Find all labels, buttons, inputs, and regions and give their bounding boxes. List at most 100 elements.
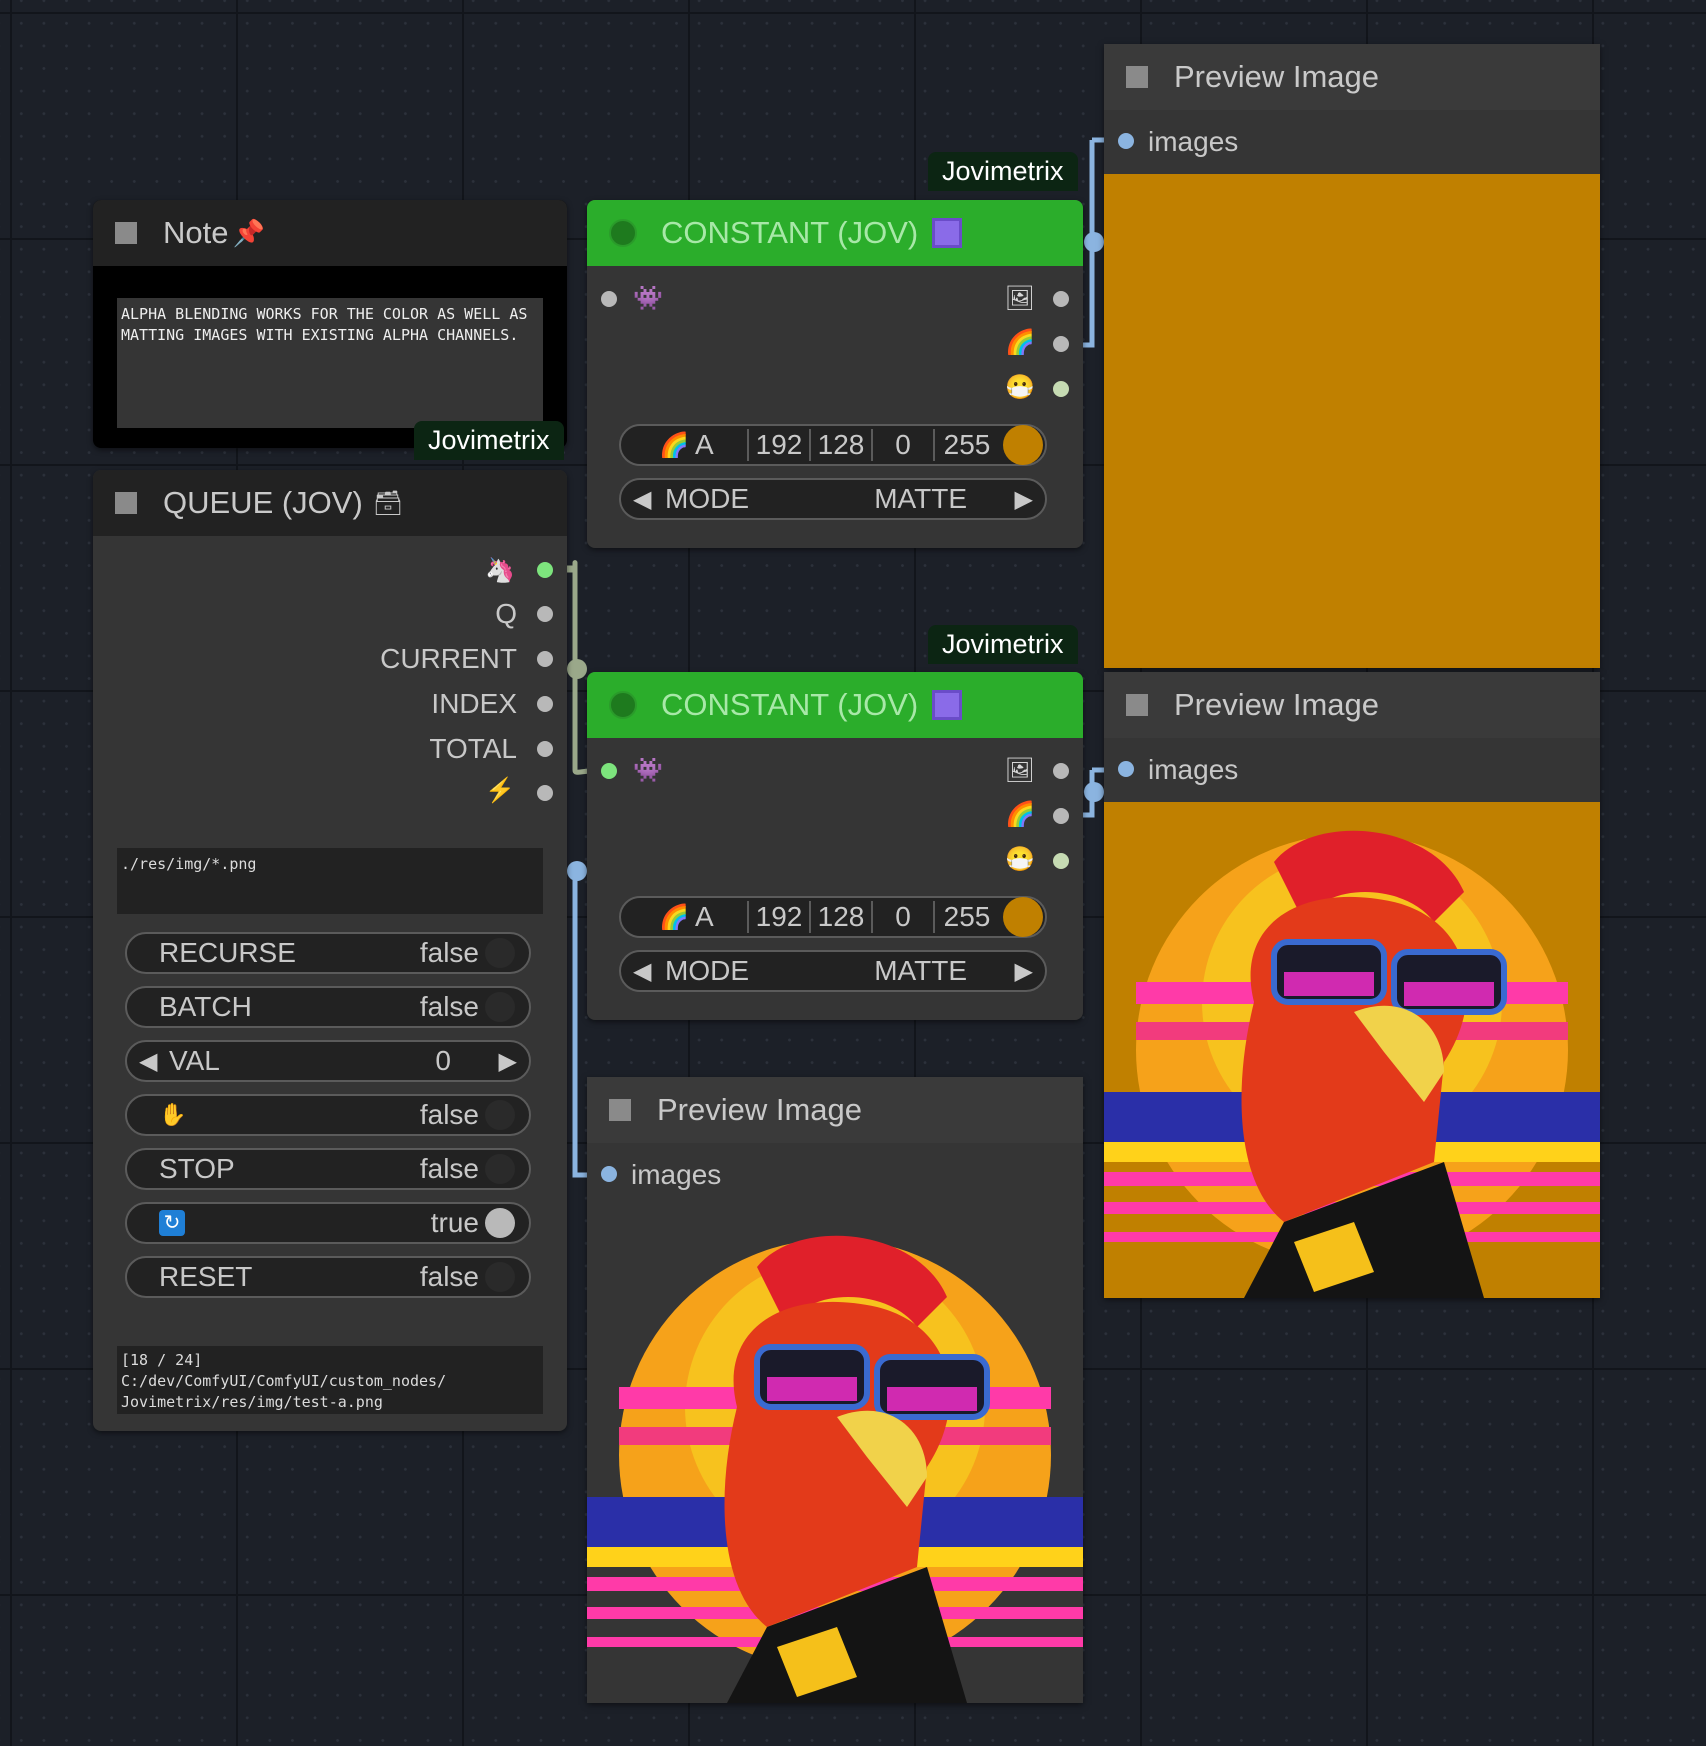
loop-value: true: [430, 1207, 479, 1238]
output-socket-any[interactable]: [537, 562, 553, 578]
queue-title-bar[interactable]: QUEUE (JOV) 🗃: [93, 470, 567, 536]
preview-mid-right-node[interactable]: Preview Image images: [1104, 672, 1600, 1298]
input-socket-image[interactable]: [601, 763, 617, 779]
mode-value: MATTE: [874, 955, 967, 986]
mode-label: MODE: [665, 955, 749, 986]
color-swatch-icon: [932, 690, 963, 720]
image-output-icon: 🖼: [1004, 757, 1035, 784]
mode-next-arrow-icon[interactable]: ▶: [1015, 485, 1033, 514]
hold-toggle[interactable]: ✋ false: [125, 1094, 531, 1136]
queue-path-input[interactable]: ./res/img/*.png: [117, 848, 543, 914]
collapse-box-icon[interactable]: [609, 1099, 631, 1121]
stop-knob[interactable]: [485, 1154, 515, 1184]
output-socket-rgb[interactable]: [1053, 808, 1069, 824]
lightning-icon: ⚡: [485, 777, 515, 804]
val-stepper[interactable]: ◀ VAL 0 ▶: [125, 1040, 531, 1082]
output-socket-current[interactable]: [537, 651, 553, 667]
reset-knob[interactable]: [485, 1262, 515, 1292]
constant-bottom-title: CONSTANT (JOV): [661, 687, 919, 722]
collapse-box-icon[interactable]: [115, 222, 137, 244]
output-label-index: INDEX: [431, 688, 517, 719]
loop-knob[interactable]: [485, 1208, 515, 1238]
loop-toggle[interactable]: ↻ true: [125, 1202, 531, 1244]
output-socket-q[interactable]: [537, 606, 553, 622]
rgba-rainbow-icon: 🌈: [659, 903, 689, 931]
rgba-color-preview[interactable]: [1003, 897, 1043, 937]
stop-label: STOP: [159, 1153, 235, 1184]
rgba-g[interactable]: 128: [809, 429, 871, 461]
pin-icon: 📌: [232, 217, 265, 248]
note-title-bar[interactable]: Note 📌: [93, 200, 567, 266]
reset-value: false: [419, 1261, 479, 1292]
input-socket-image[interactable]: [601, 291, 617, 307]
batch-knob[interactable]: [485, 992, 515, 1022]
constant-bottom-node[interactable]: CONSTANT (JOV) 👾 🖼 🌈 😷 🌈 A 192 128 0 255…: [587, 672, 1083, 1020]
reset-toggle[interactable]: RESET false: [125, 1256, 531, 1298]
hold-knob[interactable]: [485, 1100, 515, 1130]
loop-icon: ↻: [159, 1210, 185, 1236]
batch-toggle[interactable]: BATCH false: [125, 986, 531, 1028]
constant-top-title-bar[interactable]: CONSTANT (JOV): [587, 200, 1083, 266]
increment-arrow-icon[interactable]: ▶: [499, 1047, 517, 1076]
output-socket-total[interactable]: [537, 741, 553, 757]
output-socket-image[interactable]: [1053, 763, 1069, 779]
image-output-icon: 🖼: [1004, 285, 1035, 312]
mode-next-arrow-icon[interactable]: ▶: [1015, 957, 1033, 986]
output-label-q: Q: [495, 598, 517, 629]
output-socket-index[interactable]: [537, 696, 553, 712]
stop-toggle[interactable]: STOP false: [125, 1148, 531, 1190]
preview-title-bar[interactable]: Preview Image: [1104, 44, 1600, 110]
rgba-label: A: [695, 901, 714, 932]
rgba-b[interactable]: 0: [871, 429, 933, 461]
queue-node[interactable]: QUEUE (JOV) 🗃 🦄 Q CURRENT INDEX TOTAL ⚡ …: [93, 470, 567, 1431]
recurse-knob[interactable]: [485, 938, 515, 968]
mode-selector[interactable]: ◀ MODE MATTE ▶: [619, 950, 1047, 992]
decrement-arrow-icon[interactable]: ◀: [139, 1047, 157, 1076]
output-socket-rgb[interactable]: [1053, 336, 1069, 352]
output-socket-trigger[interactable]: [537, 785, 553, 801]
queue-status-text: [18 / 24] C:/dev/ComfyUI/ComfyUI/custom_…: [117, 1346, 543, 1414]
input-label-images: images: [1148, 754, 1239, 785]
preview-bottom-node[interactable]: Preview Image images: [587, 1077, 1083, 1703]
alien-monster-icon: 👾: [633, 285, 663, 312]
output-socket-mask[interactable]: [1053, 853, 1069, 869]
preview-title-bar[interactable]: Preview Image: [1104, 672, 1600, 738]
recurse-value: false: [419, 937, 479, 968]
input-socket-images[interactable]: [601, 1166, 617, 1182]
collapse-box-icon[interactable]: [1126, 66, 1148, 88]
constant-top-node[interactable]: CONSTANT (JOV) 👾 🖼 🌈 😷 🌈 A 192 128 0 255…: [587, 200, 1083, 548]
rgba-r[interactable]: 192: [747, 429, 809, 461]
rgba-r[interactable]: 192: [747, 901, 809, 933]
mask-output-icon: 😷: [1005, 846, 1035, 873]
rgba-color-preview[interactable]: [1003, 425, 1043, 465]
rgba-a[interactable]: 255: [933, 901, 999, 933]
stop-value: false: [419, 1153, 479, 1184]
constant-bottom-title-bar[interactable]: CONSTANT (JOV): [587, 672, 1083, 738]
note-node[interactable]: Note 📌 ALPHA BLENDING WORKS FOR THE COLO…: [93, 200, 567, 448]
preview-title: Preview Image: [1174, 59, 1380, 94]
hold-hand-icon: ✋: [159, 1102, 187, 1127]
rainbow-output-icon: 🌈: [1005, 329, 1035, 356]
color-swatch-icon: [932, 218, 963, 248]
preview-top-right-node[interactable]: Preview Image images: [1104, 44, 1600, 668]
input-socket-images[interactable]: [1118, 133, 1134, 149]
mode-prev-arrow-icon[interactable]: ◀: [633, 485, 651, 514]
rgba-a[interactable]: 255: [933, 429, 999, 461]
rgba-b[interactable]: 0: [871, 901, 933, 933]
constant-bottom-jovimetrix-badge: Jovimetrix: [928, 625, 1078, 664]
output-socket-image[interactable]: [1053, 291, 1069, 307]
rgba-color-widget[interactable]: 🌈 A 192 128 0 255: [619, 424, 1047, 466]
collapse-box-icon[interactable]: [1126, 694, 1148, 716]
rgba-color-widget[interactable]: 🌈 A 192 128 0 255: [619, 896, 1047, 938]
output-socket-mask[interactable]: [1053, 381, 1069, 397]
collapse-box-icon[interactable]: [115, 492, 137, 514]
rgba-label: A: [695, 429, 714, 460]
note-text[interactable]: ALPHA BLENDING WORKS FOR THE COLOR AS WE…: [117, 298, 543, 428]
recurse-toggle[interactable]: RECURSE false: [125, 932, 531, 974]
rgba-g[interactable]: 128: [809, 901, 871, 933]
note-jovimetrix-badge: Jovimetrix: [414, 421, 564, 460]
mode-selector[interactable]: ◀ MODE MATTE ▶: [619, 478, 1047, 520]
preview-title-bar[interactable]: Preview Image: [587, 1077, 1083, 1143]
mode-prev-arrow-icon[interactable]: ◀: [633, 957, 651, 986]
input-socket-images[interactable]: [1118, 761, 1134, 777]
